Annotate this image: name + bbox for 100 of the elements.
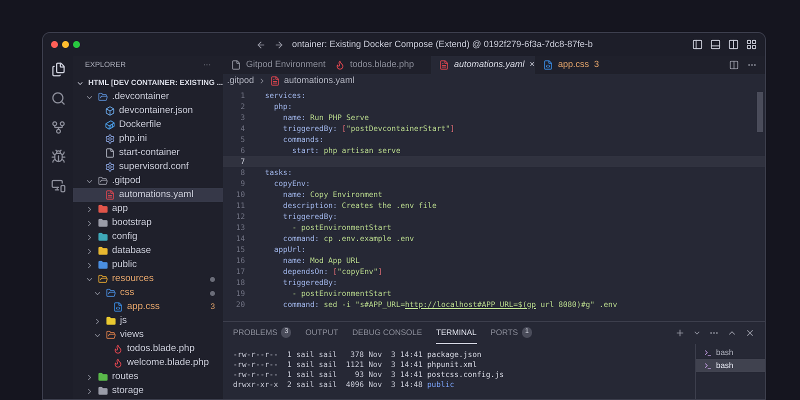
tree-item[interactable]: .gitpod (73, 174, 223, 188)
panel-tab[interactable]: DEBUG CONSOLE (352, 322, 422, 344)
back-arrow-icon[interactable] (256, 40, 266, 50)
tree-item[interactable]: resources (73, 272, 223, 286)
breadcrumb-item[interactable]: automations.yaml (284, 74, 355, 88)
code-file-icon (543, 60, 553, 70)
file-icon (231, 60, 241, 70)
tree-item[interactable]: public (73, 258, 223, 272)
files-icon[interactable] (50, 62, 66, 77)
terminal-list-item[interactable]: bash (696, 346, 765, 359)
editor-tab[interactable]: Gitpod Environment (223, 56, 327, 74)
file-name: Dockerfile (119, 118, 162, 132)
file-name: bootstrap (112, 216, 153, 230)
tab-label: Gitpod Environment (246, 58, 326, 72)
terminal-icon (704, 348, 712, 356)
file-name: automations.yaml (119, 188, 194, 202)
folder-icon (98, 92, 108, 102)
file-name: config (112, 230, 138, 244)
terminal-list-item[interactable]: bash (696, 359, 765, 372)
folder-icon (98, 232, 108, 242)
file-icon (105, 190, 115, 200)
folder-icon (98, 204, 108, 214)
file-name: devcontainer.json (119, 104, 194, 118)
search-icon[interactable] (50, 91, 66, 106)
folder-icon (98, 218, 108, 228)
close-tab-button[interactable]: × (530, 58, 535, 72)
monitor-icon[interactable] (50, 178, 66, 193)
tree-item[interactable]: views (73, 328, 223, 342)
tree-item[interactable]: todos.blade.php (73, 342, 223, 356)
folder-icon (106, 330, 116, 340)
tree-item[interactable]: app.css 3 (73, 300, 223, 314)
tree-item[interactable]: database (73, 244, 223, 258)
tree-item[interactable]: devcontainer.json (73, 104, 223, 118)
file-name: php.ini (119, 132, 148, 146)
tree-item[interactable]: automations.yaml (73, 188, 223, 202)
file-name: .devcontainer (112, 90, 170, 104)
branch-icon[interactable] (50, 120, 66, 135)
window-title[interactable]: ontainer: Existing Docker Compose (Extend) @ 0192f279-6f3a-7dc8-87fe-b (292, 38, 593, 52)
file-name: app.css (127, 300, 161, 314)
tree-item[interactable]: bootstrap (73, 216, 223, 230)
split-layout-icon[interactable] (728, 39, 739, 50)
tree-item[interactable]: Dockerfile (73, 118, 223, 132)
tree-item[interactable]: .devcontainer (73, 90, 223, 104)
file-icon (105, 148, 115, 158)
file-name: supervisord.conf (119, 160, 190, 174)
more-actions[interactable]: ··· (203, 59, 211, 71)
file-name: welcome.blade.php (127, 356, 210, 370)
editor-tab[interactable]: todos.blade.php (327, 56, 431, 74)
tree-item[interactable]: php.ini (73, 132, 223, 146)
editor-tab[interactable]: app.css 3 (535, 56, 608, 74)
file-name: .gitpod (112, 174, 142, 188)
close-icon[interactable] (745, 328, 755, 338)
tab-label: app.css (558, 58, 590, 72)
file-name: css (120, 286, 136, 300)
file-name: public (112, 258, 138, 272)
tree-item[interactable]: css (73, 286, 223, 300)
gear-icon (105, 162, 115, 172)
terminal-icon (704, 362, 712, 370)
panel-layout-icon[interactable] (710, 39, 721, 50)
breadcrumb-item[interactable]: .gitpod (227, 74, 254, 88)
folder-icon (98, 260, 108, 270)
container-icon (105, 120, 115, 130)
folder-icon (98, 372, 108, 382)
cube-icon (105, 106, 115, 116)
code-file-icon (113, 302, 123, 312)
tree-item[interactable]: config (73, 230, 223, 244)
tree-item[interactable]: supervisord.conf (73, 160, 223, 174)
chevron-down-icon[interactable] (693, 329, 701, 337)
add-terminal-icon[interactable] (675, 328, 685, 338)
tree-item[interactable]: app (73, 202, 223, 216)
file-icon (439, 60, 449, 70)
flame-icon (335, 60, 345, 70)
file-icon (270, 76, 280, 86)
tree-item[interactable]: welcome.blade.php (73, 356, 223, 370)
panel-tab[interactable]: OUTPUT (305, 322, 338, 344)
file-name: resources (112, 272, 155, 286)
gear-icon (105, 134, 115, 144)
editor-tab[interactable]: automations.yaml × (431, 56, 535, 74)
problem-count: 3 (210, 301, 215, 313)
file-name: start-container (119, 146, 181, 160)
sidebar-layout-icon[interactable] (692, 39, 703, 50)
folder-icon (98, 176, 108, 186)
forward-arrow-icon[interactable] (274, 40, 284, 50)
file-name: todos.blade.php (127, 342, 196, 356)
problem-count: 3 (594, 58, 600, 72)
split-editor-icon[interactable] (729, 60, 739, 70)
panel-tab[interactable]: TERMINAL (436, 322, 477, 344)
tree-item[interactable]: start-container (73, 146, 223, 160)
bug-icon[interactable] (50, 149, 66, 164)
folder-icon (106, 316, 116, 326)
tree-item[interactable]: js (73, 314, 223, 328)
file-name: database (112, 244, 152, 258)
folder-icon (98, 386, 108, 396)
tree-item[interactable]: storage (73, 384, 223, 398)
file-name: app (112, 202, 129, 216)
tab-label: todos.blade.php (350, 58, 414, 72)
scrollbar-thumb[interactable] (757, 92, 763, 132)
file-name: routes (112, 370, 140, 384)
layout-grid-icon[interactable] (746, 39, 757, 50)
tree-item[interactable]: routes (73, 370, 223, 384)
